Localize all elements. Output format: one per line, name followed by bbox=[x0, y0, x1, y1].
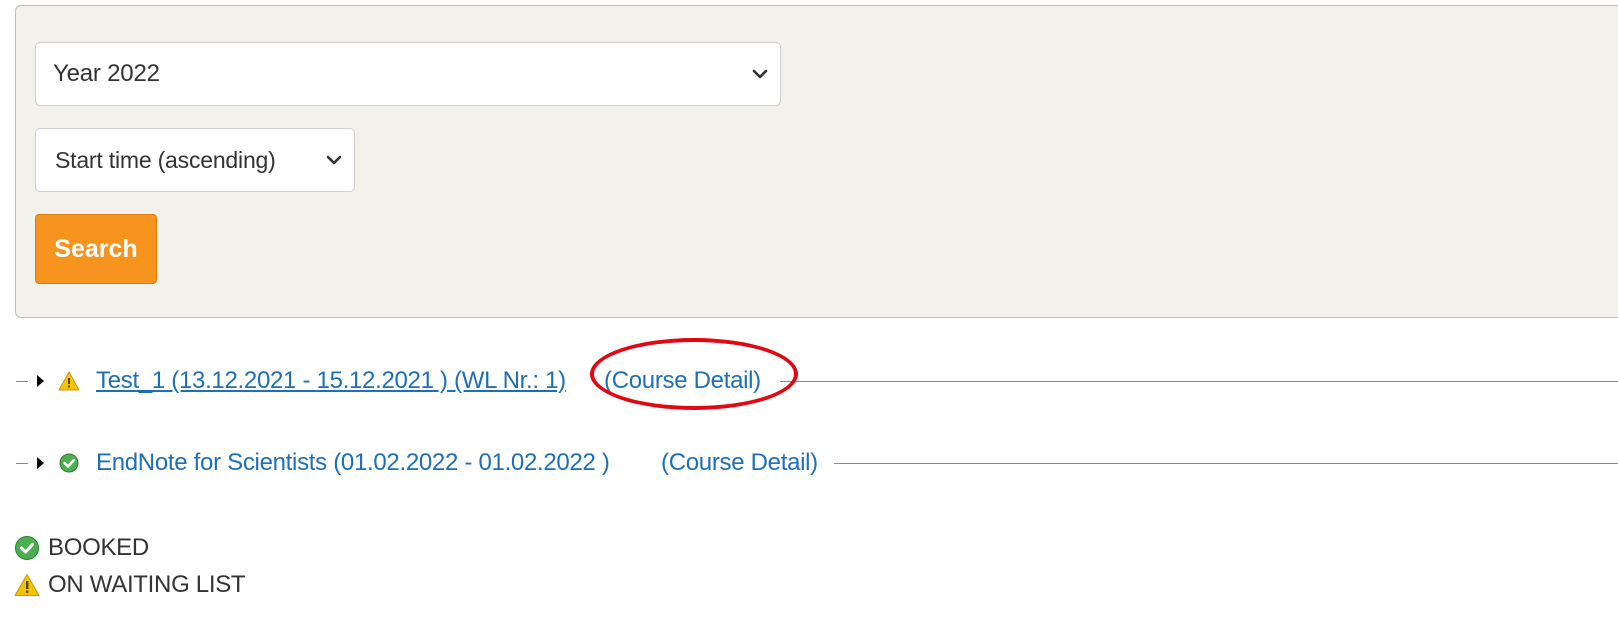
chevron-down-icon bbox=[326, 155, 342, 165]
year-select-value: Year 2022 bbox=[53, 60, 160, 87]
course-title-link[interactable]: EndNote for Scientists (01.02.2022 - 01.… bbox=[96, 449, 610, 477]
course-row: EndNote for Scientists (01.02.2022 - 01.… bbox=[0, 443, 1618, 483]
tree-connector-line bbox=[780, 381, 1618, 382]
warning-icon bbox=[14, 574, 40, 596]
warning-icon bbox=[58, 371, 80, 391]
expand-arrow-icon[interactable] bbox=[37, 375, 44, 387]
legend-booked-label: BOOKED bbox=[48, 534, 149, 561]
course-detail-link[interactable]: (Course Detail) bbox=[661, 449, 818, 477]
course-row: Test_1 (13.12.2021 - 15.12.2021 ) (WL Nr… bbox=[0, 361, 1618, 401]
legend-waiting: ON WAITING LIST bbox=[14, 568, 246, 602]
annotation-highlight-circle bbox=[590, 338, 798, 410]
course-title-link[interactable]: Test_1 (13.12.2021 - 15.12.2021 ) (WL Nr… bbox=[96, 367, 566, 395]
sort-select-value: Start time (ascending) bbox=[55, 146, 276, 173]
year-select[interactable]: Year 2022 bbox=[35, 42, 781, 106]
tree-connector-line bbox=[834, 463, 1618, 464]
check-circle-icon bbox=[59, 453, 79, 473]
filter-panel: Year 2022 Start time (ascending) Search bbox=[15, 5, 1618, 318]
legend-booked: BOOKED bbox=[14, 531, 149, 565]
sort-select[interactable]: Start time (ascending) bbox=[35, 128, 355, 192]
tree-connector-line bbox=[16, 463, 28, 464]
check-circle-icon bbox=[15, 536, 39, 560]
legend-waiting-label: ON WAITING LIST bbox=[48, 571, 246, 598]
expand-arrow-icon[interactable] bbox=[37, 457, 44, 469]
tree-connector-line bbox=[16, 381, 28, 382]
chevron-down-icon bbox=[752, 69, 768, 79]
search-button[interactable]: Search bbox=[35, 214, 157, 284]
